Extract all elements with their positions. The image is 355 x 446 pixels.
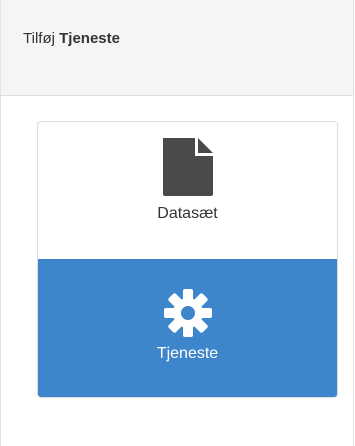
dataset-option-label: Datasæt <box>157 205 218 222</box>
panel-header: Tilføj Tjeneste <box>1 0 353 96</box>
dataset-option[interactable]: Datasæt <box>38 122 337 259</box>
panel-title-strong: Tjeneste <box>59 30 120 47</box>
add-service-panel: Tilføj Tjeneste Datasæt Tjeneste <box>0 0 354 446</box>
panel-title: Tilføj Tjeneste <box>23 30 120 47</box>
service-option-label: Tjeneste <box>156 345 219 362</box>
panel-title-prefix: Tilføj <box>23 30 55 47</box>
file-icon <box>162 138 213 196</box>
type-selector-card: Datasæt Tjeneste <box>37 121 338 398</box>
service-option[interactable]: Tjeneste <box>38 259 337 397</box>
gear-icon <box>163 289 212 337</box>
